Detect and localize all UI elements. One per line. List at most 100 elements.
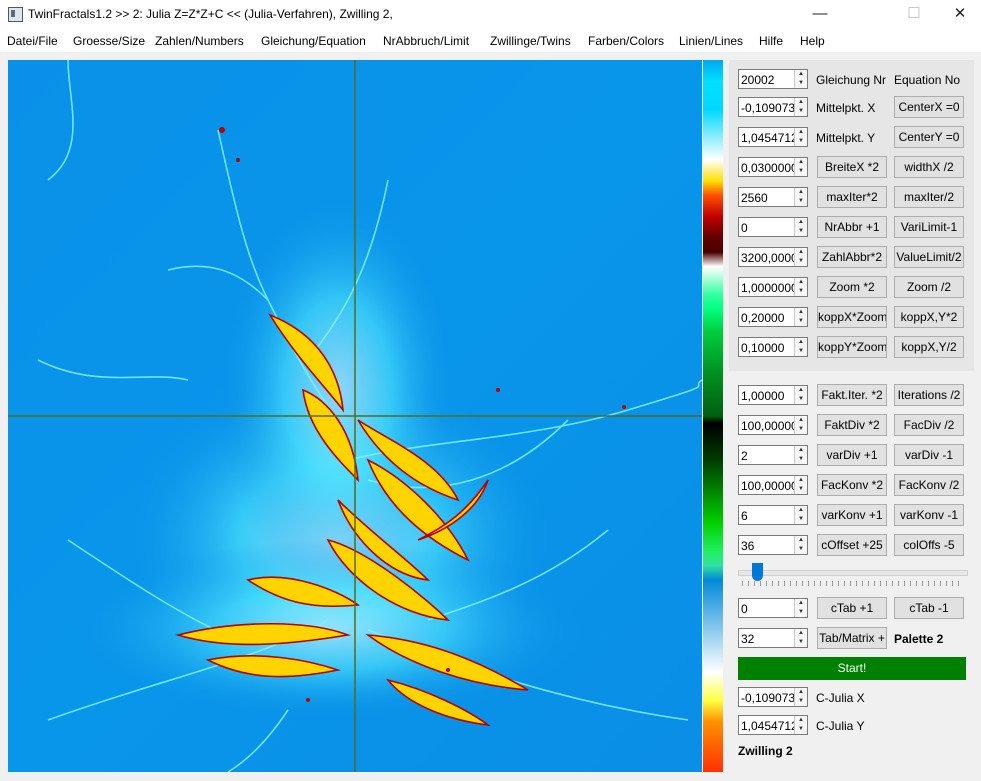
nrabbr-spinbox[interactable]: 0 ▲ ▼ xyxy=(738,217,808,237)
spin-arrows[interactable]: ▲ ▼ xyxy=(794,476,807,494)
fackonv-spinbox[interactable]: 100,00000 ▲ ▼ xyxy=(738,475,808,495)
koppx-spinbox[interactable]: 0,20000 ▲ ▼ xyxy=(738,307,808,327)
faktdiv-double-button[interactable]: FaktDiv *2 xyxy=(817,414,887,436)
spin-arrows[interactable]: ▲ ▼ xyxy=(794,629,807,647)
cjulia-y-spinbox[interactable]: 1,0454712 ▲ ▼ xyxy=(738,715,808,735)
spin-arrows[interactable]: ▲ ▼ xyxy=(794,416,807,434)
color-slider-thumb[interactable] xyxy=(752,563,763,581)
menu-zwillinge[interactable]: Zwillinge/Twins xyxy=(490,34,571,48)
spin-arrows[interactable]: ▲ ▼ xyxy=(794,716,807,734)
varkonv-spinbox[interactable]: 6 ▲ ▼ xyxy=(738,505,808,525)
facdiv-half-button[interactable]: FacDiv /2 xyxy=(894,414,964,436)
menu-farben[interactable]: Farben/Colors xyxy=(588,34,664,48)
equation-nr-label: Gleichung Nr xyxy=(816,73,887,87)
ctab-plus-button[interactable]: cTab +1 xyxy=(817,597,887,619)
fractal-image xyxy=(8,60,702,772)
fackonv-double-button[interactable]: FacKonv *2 xyxy=(817,474,887,496)
spin-arrows[interactable]: ▲ ▼ xyxy=(794,188,807,206)
zoom-half-button[interactable]: Zoom /2 xyxy=(894,276,964,298)
twin-label: Zwilling 2 xyxy=(738,744,793,758)
maxiter-half-button[interactable]: maxIter/2 xyxy=(894,186,964,208)
spin-arrows[interactable]: ▲ ▼ xyxy=(794,599,807,617)
equation-no-label: Equation No xyxy=(894,73,961,87)
app-icon xyxy=(8,7,23,22)
ctab-minus-button[interactable]: cTab -1 xyxy=(894,597,964,619)
ctab-spinbox[interactable]: 0 ▲ ▼ xyxy=(738,598,808,618)
center-x-label: Mittelpkt. X xyxy=(816,101,876,115)
slider-ticks xyxy=(742,581,964,586)
fackonv-half-button[interactable]: FacKonv /2 xyxy=(894,474,964,496)
center-y-spinbox[interactable]: 1,0454712 ▲ ▼ xyxy=(738,127,808,147)
varkonv-plus-button[interactable]: varKonv +1 xyxy=(817,504,887,526)
spin-arrows[interactable]: ▲ ▼ xyxy=(794,308,807,326)
minimize-icon[interactable]: — xyxy=(797,0,843,30)
menu-linien[interactable]: Linien/Lines xyxy=(679,34,743,48)
menu-help[interactable]: Help xyxy=(800,34,825,48)
coloffs-minus-button[interactable]: colOffs -5 xyxy=(894,534,964,556)
zahlabbr-spinbox[interactable]: 3200,0000 ▲ ▼ xyxy=(738,247,808,267)
spin-arrows[interactable]: ▲ ▼ xyxy=(794,128,807,146)
koppy-spinbox[interactable]: 0,10000 ▲ ▼ xyxy=(738,337,808,357)
koppy-zoom-button[interactable]: koppY*Zoom xyxy=(817,336,887,358)
spin-arrows[interactable]: ▲ ▼ xyxy=(794,70,807,88)
koppx-zoom-button[interactable]: koppX*Zoom xyxy=(817,306,887,328)
spin-arrows[interactable]: ▲ ▼ xyxy=(794,338,807,356)
color-slider-track[interactable] xyxy=(738,570,968,576)
varilimit-minus-button[interactable]: VariLimit-1 xyxy=(894,216,964,238)
palette-colorbar xyxy=(703,60,723,772)
spin-arrows[interactable]: ▲ ▼ xyxy=(794,218,807,236)
spin-arrows[interactable]: ▲ ▼ xyxy=(794,446,807,464)
center-x-zero-button[interactable]: CenterX =0 xyxy=(894,96,964,118)
vardiv-plus-button[interactable]: varDiv +1 xyxy=(817,444,887,466)
spin-arrows[interactable]: ▲ ▼ xyxy=(794,536,807,554)
spin-arrows[interactable]: ▲ ▼ xyxy=(794,158,807,176)
cjulia-x-spinbox[interactable]: -0,1090739 ▲▼ xyxy=(738,687,808,707)
menu-nrabbruch[interactable]: NrAbbruch/Limit xyxy=(383,34,469,48)
menu-bar: Datei/File Groesse/Size Zahlen/Numbers G… xyxy=(0,30,981,52)
menu-datei[interactable]: Datei/File xyxy=(7,34,58,48)
spin-arrows[interactable]: ▲ ▼ xyxy=(794,506,807,524)
spin-arrows[interactable]: ▲ ▼ xyxy=(794,688,807,706)
menu-groesse[interactable]: Groesse/Size xyxy=(73,34,145,48)
close-icon[interactable]: ✕ xyxy=(937,0,981,30)
zoom-double-button[interactable]: Zoom *2 xyxy=(817,276,887,298)
koppxy-double-button[interactable]: koppX,Y*2 xyxy=(894,306,964,328)
menu-hilfe[interactable]: Hilfe xyxy=(759,34,783,48)
zoom-spinbox[interactable]: 1,0000000 ▲ ▼ xyxy=(738,277,808,297)
equation-number-spinbox[interactable]: 20002 ▲ ▼ xyxy=(738,69,808,89)
zahlabbr-double-button[interactable]: ZahlAbbr*2 xyxy=(817,246,887,268)
window-title: TwinFractals1.2 >> 2: Julia Z=Z*Z+C << (… xyxy=(28,7,393,21)
coffset-plus-button[interactable]: cOffset +25 xyxy=(817,534,887,556)
width-x-double-button[interactable]: BreiteX *2 xyxy=(817,156,887,178)
fakt-iter-spinbox[interactable]: 1,00000 ▲ ▼ xyxy=(738,385,808,405)
cjulia-x-label: C-Julia X xyxy=(816,691,865,705)
menu-gleichung[interactable]: Gleichung/Equation xyxy=(261,34,366,48)
start-button[interactable]: Start! xyxy=(738,657,966,680)
koppxy-half-button[interactable]: koppX,Y/2 xyxy=(894,336,964,358)
center-x-spinbox[interactable]: -0,1090739 ▲▼ xyxy=(738,97,808,117)
width-x-half-button[interactable]: widthX /2 xyxy=(894,156,964,178)
vardiv-minus-button[interactable]: varDiv -1 xyxy=(894,444,964,466)
iterations-half-button[interactable]: Iterations /2 xyxy=(894,384,964,406)
faktdiv-spinbox[interactable]: 100,00000 ▲ ▼ xyxy=(738,415,808,435)
nrabbr-plus-button[interactable]: NrAbbr +1 xyxy=(817,216,887,238)
spin-arrows[interactable]: ▲ ▼ xyxy=(794,278,807,296)
spin-arrows[interactable]: ▲ ▼ xyxy=(794,248,807,266)
maxiter-spinbox[interactable]: 2560 ▲ ▼ xyxy=(738,187,808,207)
palette-label: Palette 2 xyxy=(894,632,944,646)
fakt-iter-double-button[interactable]: Fakt.Iter. *2 xyxy=(817,384,887,406)
maxiter-double-button[interactable]: maxIter*2 xyxy=(817,186,887,208)
spin-arrows[interactable]: ▲ ▼ xyxy=(794,98,807,116)
maximize-icon[interactable]: ☐ xyxy=(891,0,937,30)
tab-matrix-spinbox[interactable]: 32 ▲ ▼ xyxy=(738,628,808,648)
coffset-spinbox[interactable]: 36 ▲ ▼ xyxy=(738,535,808,555)
varkonv-minus-button[interactable]: varKonv -1 xyxy=(894,504,964,526)
center-y-zero-button[interactable]: CenterY =0 xyxy=(894,126,964,148)
menu-zahlen[interactable]: Zahlen/Numbers xyxy=(155,34,244,48)
spin-arrows[interactable]: ▲ ▼ xyxy=(794,386,807,404)
valuelimit-half-button[interactable]: ValueLimit/2 xyxy=(894,246,964,268)
fractal-canvas[interactable] xyxy=(8,60,702,772)
width-x-spinbox[interactable]: 0,0300000 ▲ ▼ xyxy=(738,157,808,177)
tab-matrix-plus-button[interactable]: Tab/Matrix + xyxy=(817,627,887,649)
vardiv-spinbox[interactable]: 2 ▲ ▼ xyxy=(738,445,808,465)
